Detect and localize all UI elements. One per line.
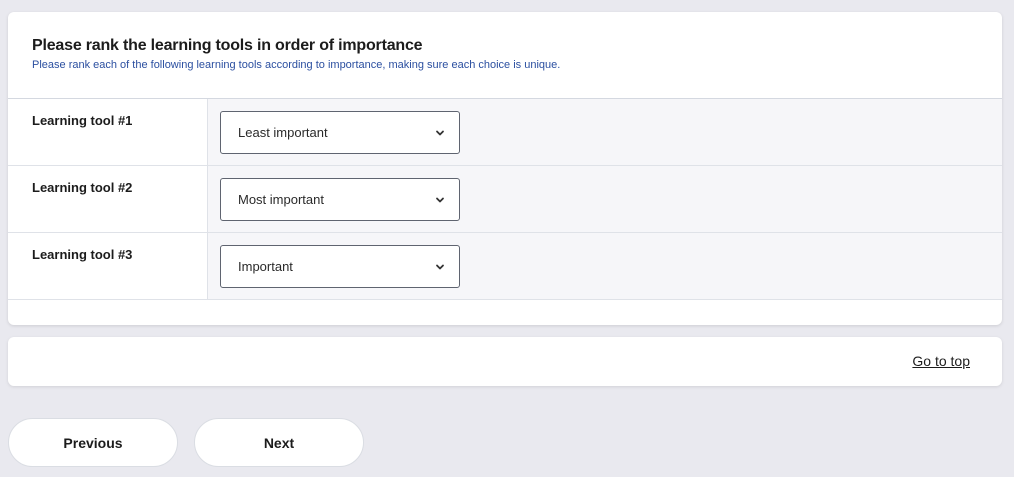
chevron-down-icon xyxy=(436,264,444,269)
question-header: Please rank the learning tools in order … xyxy=(8,12,1002,99)
rank-select-3[interactable]: Important xyxy=(220,245,460,288)
chevron-down-icon xyxy=(436,130,444,135)
previous-button[interactable]: Previous xyxy=(8,418,178,467)
row-cell: Important xyxy=(208,233,1002,299)
select-value: Most important xyxy=(238,192,324,207)
row-label: Learning tool #3 xyxy=(8,233,208,299)
row-cell: Most important xyxy=(208,166,1002,232)
question-title: Please rank the learning tools in order … xyxy=(32,37,423,54)
rank-row-1: Learning tool #1 Least important xyxy=(8,99,1002,166)
go-to-top-link[interactable]: Go to top xyxy=(912,353,970,369)
rank-row-2: Learning tool #2 Most important xyxy=(8,166,1002,233)
row-cell: Least important xyxy=(208,99,1002,165)
question-subtitle: Please rank each of the following learni… xyxy=(32,59,561,71)
rank-select-2[interactable]: Most important xyxy=(220,178,460,221)
chevron-down-icon xyxy=(436,197,444,202)
rank-row-3: Learning tool #3 Important xyxy=(8,233,1002,300)
select-value: Least important xyxy=(238,125,328,140)
select-value: Important xyxy=(238,259,293,274)
go-to-top-bar: Go to top xyxy=(8,337,1002,386)
question-card: Please rank the learning tools in order … xyxy=(8,12,1002,325)
next-button[interactable]: Next xyxy=(194,418,364,467)
rank-select-1[interactable]: Least important xyxy=(220,111,460,154)
row-label: Learning tool #1 xyxy=(8,99,208,165)
row-label: Learning tool #2 xyxy=(8,166,208,232)
